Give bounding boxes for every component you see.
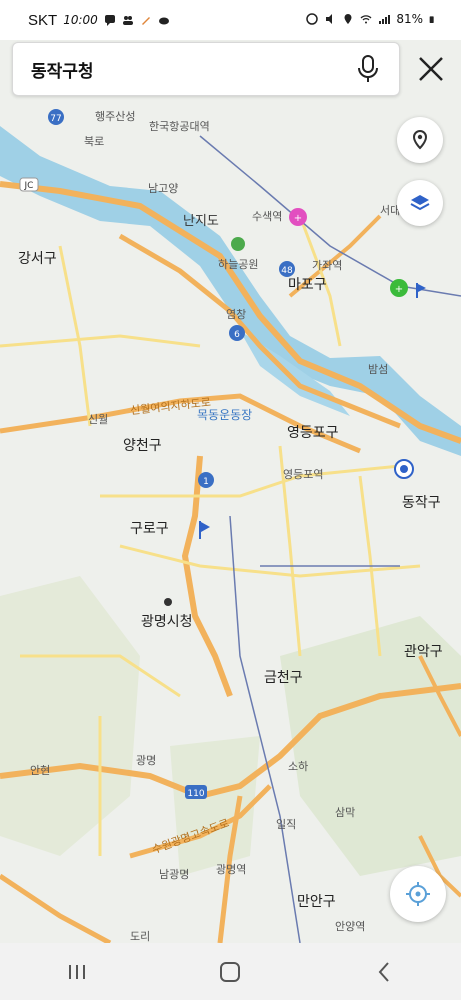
place-label: 가좌역 (312, 259, 343, 272)
place-label: 도리 (130, 930, 151, 943)
district-label: 금천구 (264, 670, 303, 686)
district-label: 관악구 (404, 644, 443, 660)
svg-text:1: 1 (203, 477, 209, 487)
place-label: 수색역 (252, 210, 283, 223)
place-label: 염창 (226, 308, 247, 321)
place-label: 남광명 (159, 868, 190, 881)
place-label: 삼막 (335, 806, 356, 819)
road-shield-6: 6 (229, 325, 245, 341)
svg-text:110: 110 (187, 789, 204, 799)
svg-text:6: 6 (234, 330, 240, 340)
gps-crosshair-icon (406, 882, 430, 906)
battery-icon (429, 16, 434, 23)
place-label: 일직 (276, 818, 297, 831)
place-label: 한국항공대역 (149, 120, 210, 133)
place-label: 밤섬 (368, 363, 389, 376)
district-label: 구로구 (130, 521, 169, 537)
system-navigation-bar (0, 943, 461, 1000)
svg-text:77: 77 (50, 114, 61, 124)
district-label: 만안구 (297, 894, 336, 910)
clock-label: 10:00 (63, 13, 98, 27)
location-status-icon (344, 14, 352, 24)
destination-marker (394, 459, 414, 479)
gps-button[interactable] (390, 866, 446, 922)
system-icons: 81% (306, 12, 437, 26)
wifi-icon (360, 15, 372, 24)
status-bar: SKT 10:00 81% (0, 0, 461, 40)
road-shield-1: 1 (198, 472, 214, 488)
search-bar[interactable]: 동작구청 (12, 42, 400, 96)
message-icon (104, 15, 115, 26)
back-button[interactable] (364, 957, 404, 987)
place-label: 난지도 (183, 214, 219, 229)
notification-icons (104, 14, 170, 26)
city-hall-dot (164, 598, 172, 606)
place-label: 안양역 (335, 920, 366, 933)
svg-text:+: + (395, 284, 403, 295)
alarm-icon (306, 13, 319, 25)
svg-text:JC: JC (24, 181, 34, 191)
place-label: 안현 (30, 764, 51, 777)
map-view[interactable]: 77 JC 48 6 1 110 + + 강서구 마포구 양천구 영등포구 구로… (0, 96, 461, 943)
place-label: 남고양 (148, 182, 179, 195)
place-label: 소하 (288, 760, 309, 773)
carrier-label: SKT (28, 11, 58, 29)
home-icon (220, 961, 241, 982)
close-icon[interactable] (414, 52, 448, 86)
home-button[interactable] (210, 957, 250, 987)
pen-icon (141, 17, 150, 25)
recent-apps-button[interactable] (57, 957, 97, 987)
place-label: 영등포역 (283, 468, 324, 481)
back-icon (378, 961, 389, 982)
district-label: 동작구 (402, 495, 441, 511)
park-tree-icon (231, 237, 245, 251)
microphone-icon[interactable] (355, 54, 381, 84)
place-label: 광명역 (216, 863, 247, 876)
district-label: 강서구 (18, 251, 57, 267)
map-canvas[interactable]: 77 JC 48 6 1 110 + + (0, 96, 461, 943)
place-label: 행주산성 (95, 110, 136, 123)
cloud-icon (158, 17, 169, 25)
thumbs-up-marker-icon: + (390, 279, 408, 297)
road-shield-110: 110 (185, 785, 207, 799)
layers-button[interactable] (397, 180, 443, 226)
road-shield-77: 77 (48, 109, 64, 125)
road-shield-88: JC (19, 177, 39, 192)
battery-label: 81% (396, 12, 423, 26)
flag-marker-icon (199, 521, 210, 539)
recent-apps-icon (68, 964, 85, 979)
search-input[interactable]: 동작구청 (31, 57, 94, 82)
place-label: 광명 (136, 754, 157, 767)
district-label: 양천구 (123, 438, 162, 454)
place-label: 하늘공원 (218, 258, 259, 271)
group-icon (122, 16, 133, 25)
city-hall-label: 광명시청 (141, 614, 193, 630)
signal-icon (379, 15, 391, 24)
district-label: 마포구 (288, 277, 327, 293)
mute-icon (326, 14, 333, 24)
svg-text:+: + (294, 213, 302, 224)
place-label: 북로 (84, 135, 105, 148)
district-label: 영등포구 (287, 425, 339, 441)
thumbs-up-marker-icon: + (289, 208, 307, 226)
location-pin-icon (412, 129, 428, 150)
place-label: 신월 (88, 413, 109, 426)
location-target-button[interactable] (397, 117, 443, 163)
layers-icon (410, 195, 430, 211)
